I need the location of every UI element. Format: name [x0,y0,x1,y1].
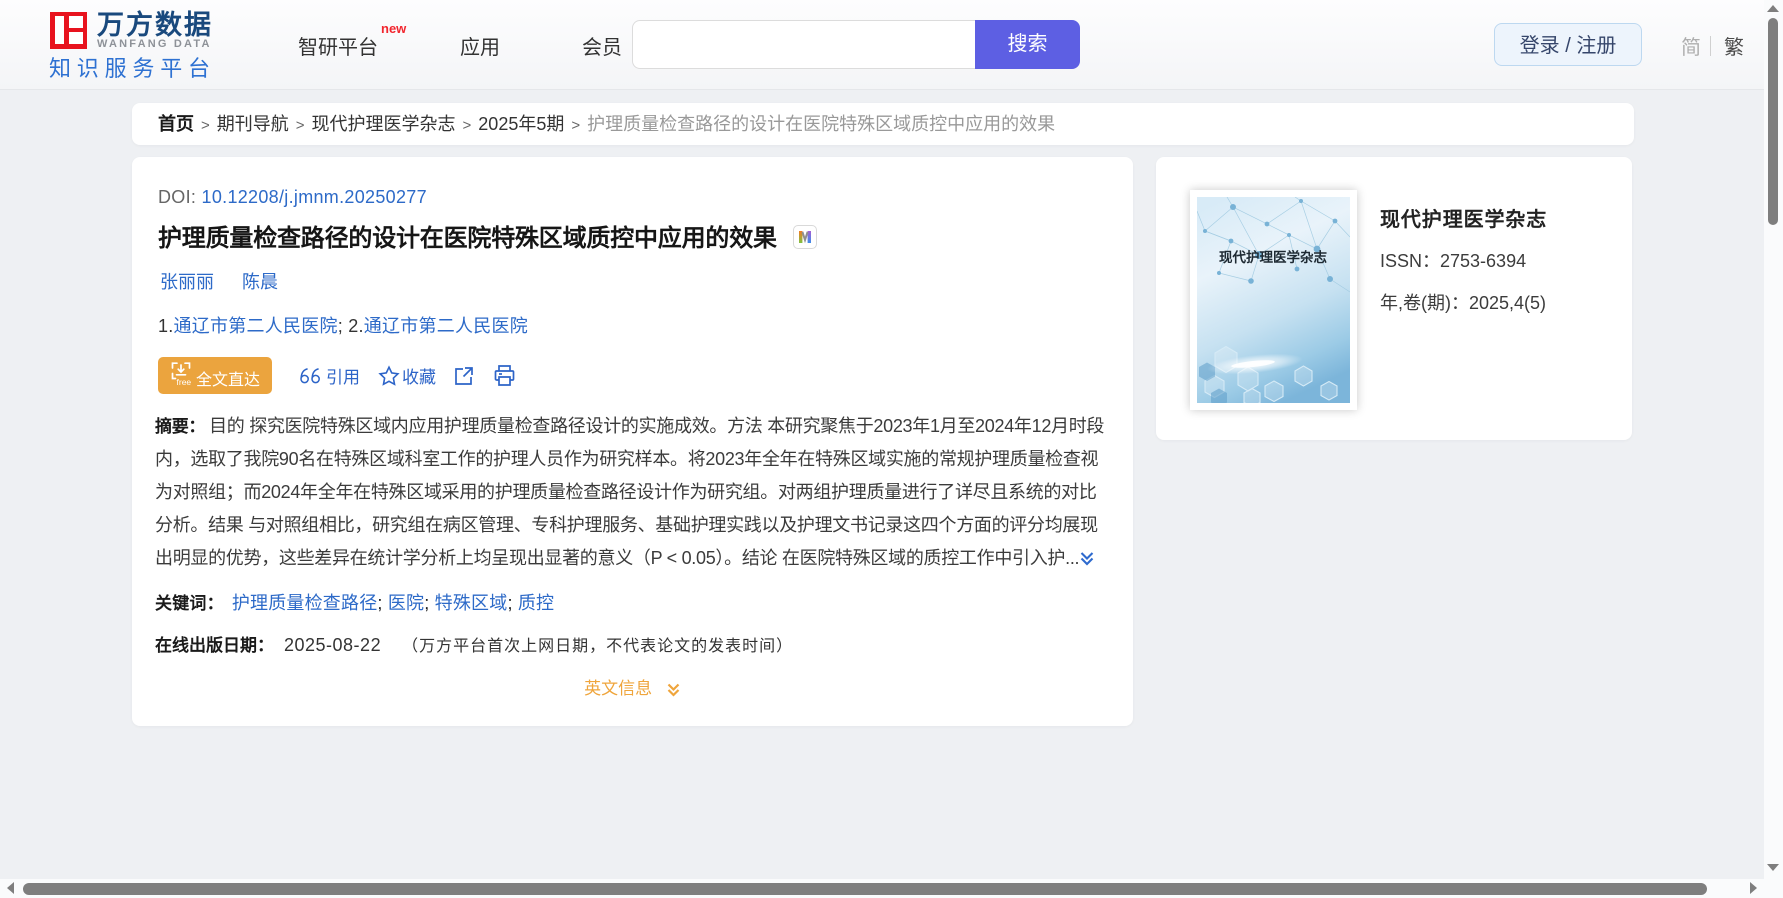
svg-text:现代护理医学杂志: 现代护理医学杂志 [1219,249,1327,265]
svg-text:free: free [177,377,192,386]
